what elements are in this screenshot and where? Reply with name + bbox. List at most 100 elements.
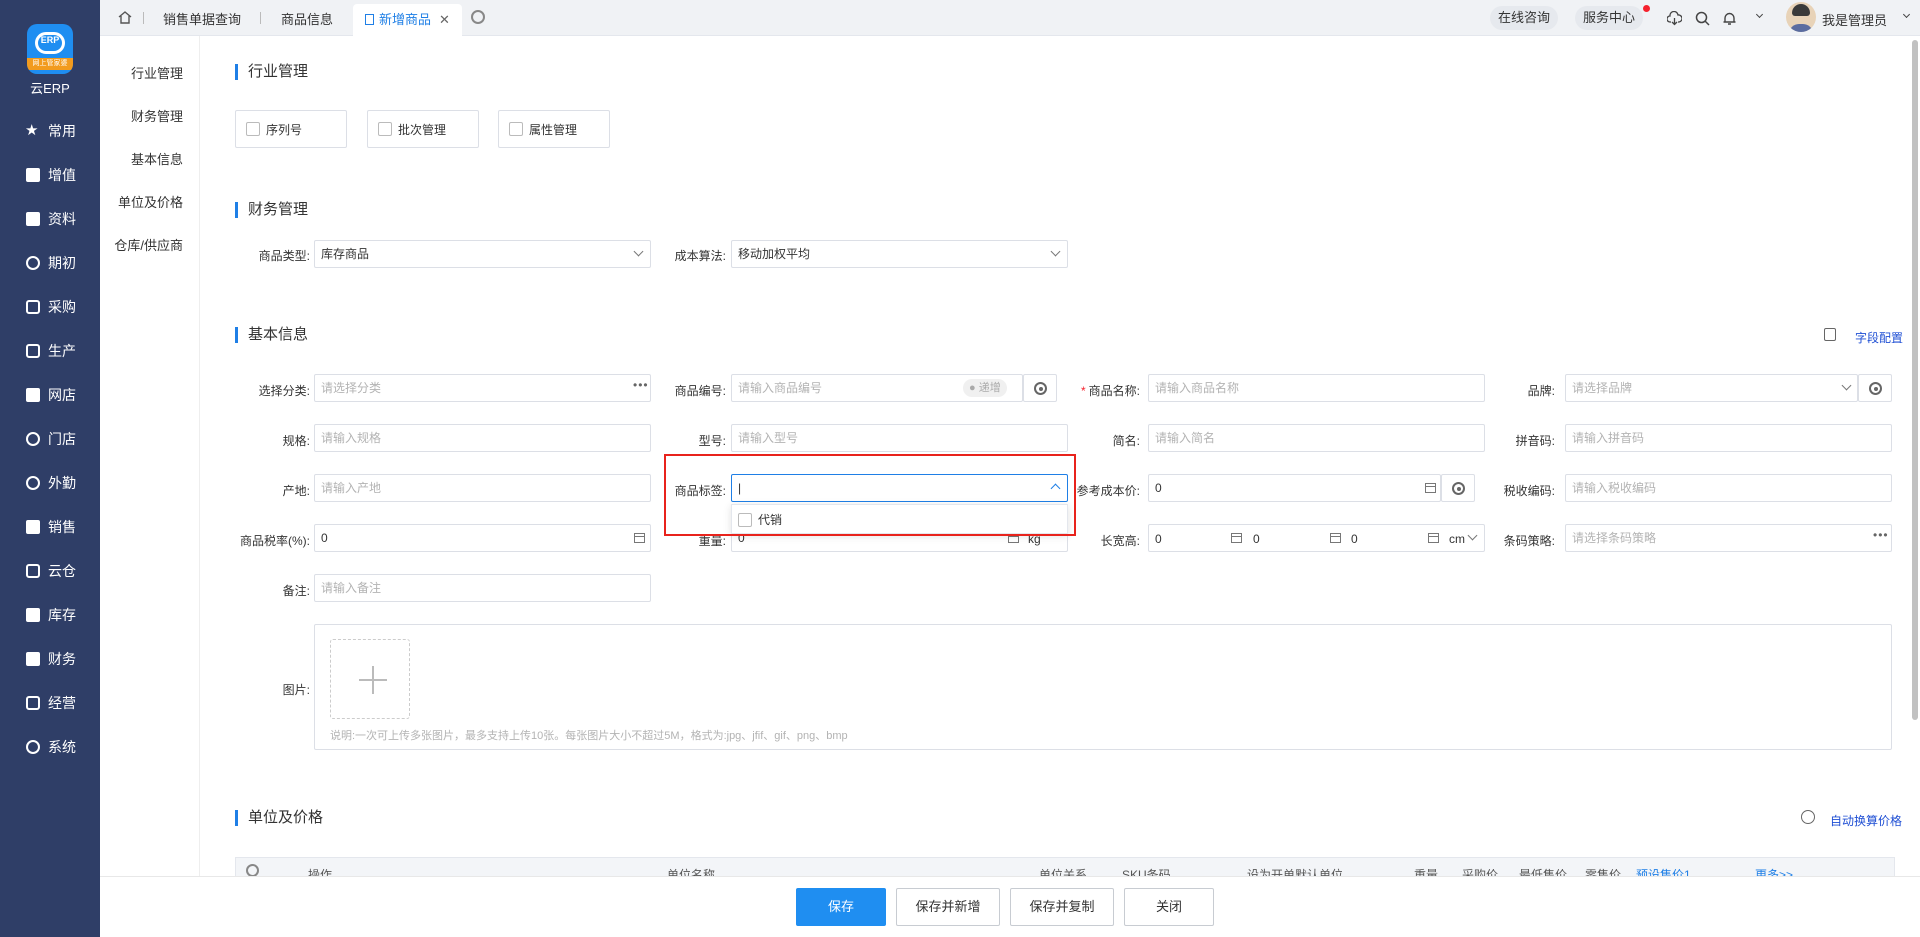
nav-item-inventory[interactable]: 库存 (0, 597, 100, 633)
erp-logo[interactable]: ERP 网上管家婆 (27, 24, 73, 74)
calculator-icon[interactable] (1428, 533, 1439, 543)
nav-item-purchase[interactable]: 采购 (0, 289, 100, 325)
close-button[interactable]: 关闭 (1124, 888, 1214, 926)
nav-item-sales[interactable]: 销售 (0, 509, 100, 545)
spec-input[interactable]: 请输入规格 (314, 424, 651, 452)
footer-actions: 保存 保存并新增 保存并复制 关闭 (100, 876, 1920, 937)
nav-item-store[interactable]: 门店 (0, 421, 100, 457)
close-icon[interactable]: ✕ (439, 12, 450, 27)
search-icon[interactable] (1695, 11, 1710, 26)
checkbox[interactable] (246, 122, 260, 136)
left-nav: ERP 网上管家婆 云ERP 常用 增值 资料 期初 采购 生产 网店 门店 外… (0, 0, 100, 937)
save-and-new-button[interactable]: 保存并新增 (896, 888, 1000, 926)
nav-item-production[interactable]: 生产 (0, 333, 100, 369)
image-upload-button[interactable] (330, 639, 410, 719)
tab-product-info[interactable]: 商品信息 (281, 4, 333, 36)
user-name[interactable]: 我是管理员 (1822, 10, 1887, 29)
chevron-down-icon[interactable] (1902, 10, 1911, 19)
nav-item-finance[interactable]: 财务 (0, 641, 100, 677)
save-and-copy-button[interactable]: 保存并复制 (1010, 888, 1114, 926)
tax-rate-input[interactable]: 0 (314, 524, 651, 552)
plus-square-icon (26, 168, 40, 182)
auto-calc-link[interactable]: 自动换算价格 (1830, 812, 1902, 829)
calculator-icon[interactable] (1425, 483, 1436, 493)
cloud-download-icon[interactable] (1667, 11, 1682, 26)
col-preset-price[interactable]: 预设售价1 (1636, 866, 1691, 876)
chevron-down-icon[interactable] (1755, 10, 1764, 19)
nav-item-system[interactable]: 系统 (0, 729, 100, 765)
calc-icon[interactable] (1801, 810, 1815, 824)
barcode-strategy-input[interactable]: 请选择条码策略 (1565, 524, 1892, 552)
nav-item-opening[interactable]: 期初 (0, 245, 100, 281)
option-label: 属性管理 (529, 122, 578, 137)
label-text: 商品名称: (1088, 384, 1140, 398)
nav-item-operation[interactable]: 经营 (0, 685, 100, 721)
image-hint: 说明:一次可上传多张图片，最多支持上传10张。每张图片大小不超过5M，格式为:j… (330, 730, 848, 742)
tab-new-product[interactable]: 新增商品 ✕ (353, 4, 462, 36)
increment-label: 递增 (978, 382, 1001, 394)
serial-number-option[interactable]: 序列号 (235, 110, 347, 148)
height-input[interactable]: 0 (1351, 532, 1358, 546)
field-config-link[interactable]: 字段配置 (1855, 329, 1903, 346)
ref-cost-input[interactable]: 0 (1148, 474, 1441, 502)
subnav-basic[interactable]: 基本信息 (131, 149, 183, 168)
width-input[interactable]: 0 (1253, 532, 1260, 546)
online-consult-button[interactable]: 在线咨询 (1490, 6, 1559, 30)
nav-item-common[interactable]: 常用 (0, 113, 100, 149)
length-input[interactable]: 0 (1155, 532, 1162, 546)
nav-label: 常用 (48, 123, 76, 139)
model-input[interactable]: 请输入型号 (731, 424, 1068, 452)
category-input[interactable]: 请选择分类 (314, 374, 651, 402)
nav-item-data[interactable]: 资料 (0, 201, 100, 237)
nav-item-webshop[interactable]: 网店 (0, 377, 100, 413)
short-name-input[interactable]: 请输入简名 (1148, 424, 1485, 452)
calculator-icon[interactable] (1231, 533, 1242, 543)
gear-icon[interactable] (246, 864, 259, 876)
brand-select[interactable]: 请选择品牌 (1565, 374, 1858, 402)
logo-text: 云ERP (30, 81, 70, 96)
dimension-unit[interactable]: cm (1449, 532, 1465, 546)
gear-icon (1034, 382, 1047, 395)
home-icon[interactable] (118, 11, 132, 24)
spec-label: 规格: (282, 434, 310, 448)
subnav-industry[interactable]: 行业管理 (131, 63, 183, 82)
nav-item-field[interactable]: 外勤 (0, 465, 100, 501)
vertical-scrollbar[interactable] (1912, 40, 1918, 720)
product-type-select[interactable]: 库存商品 (314, 240, 651, 268)
subnav-finance[interactable]: 财务管理 (131, 106, 183, 125)
brand-settings-button[interactable] (1858, 374, 1892, 402)
remark-label: 备注: (282, 584, 310, 598)
col-more-link[interactable]: 更多>> (1755, 866, 1793, 876)
cost-method-select[interactable]: 移动加权平均 (731, 240, 1068, 268)
star-icon (25, 121, 40, 139)
calculator-icon[interactable] (1330, 533, 1341, 543)
origin-input[interactable]: 请输入产地 (314, 474, 651, 502)
remark-input[interactable]: 请输入备注 (314, 574, 651, 602)
nav-item-cloud-warehouse[interactable]: 云仓 (0, 553, 100, 589)
nav-label: 系统 (48, 739, 76, 755)
product-name-input[interactable]: 请输入商品名称 (1148, 374, 1485, 402)
service-center-button[interactable]: 服务中心 (1575, 6, 1644, 30)
more-dots-icon[interactable]: ••• (1873, 528, 1889, 542)
required-mark: * (1080, 384, 1086, 398)
attribute-management-option[interactable]: 属性管理 (498, 110, 610, 148)
batch-management-option[interactable]: 批次管理 (367, 110, 479, 148)
checkbox[interactable] (378, 122, 392, 136)
tax-code-input[interactable]: 请输入税收编码 (1565, 474, 1892, 502)
nav-label: 云仓 (48, 563, 76, 579)
subnav-unit-price[interactable]: 单位及价格 (118, 192, 183, 211)
bell-icon[interactable] (1722, 11, 1737, 26)
nav-label: 增值 (48, 167, 76, 183)
avatar[interactable] (1786, 2, 1816, 32)
save-button[interactable]: 保存 (796, 888, 886, 926)
gear-icon[interactable] (471, 10, 485, 24)
nav-item-addon[interactable]: 增值 (0, 157, 100, 193)
tab-sales-query[interactable]: 销售单据查询 (163, 4, 241, 36)
col-min-price: 最低售价 (1519, 868, 1568, 876)
table-config-icon[interactable] (1824, 328, 1836, 341)
cart-icon (26, 300, 40, 314)
checkbox[interactable] (509, 122, 523, 136)
increment-toggle[interactable]: ● 递增 (963, 379, 1007, 397)
subnav-warehouse[interactable]: 仓库/供应商 (114, 235, 183, 254)
pinyin-input[interactable]: 请输入拼音码 (1565, 424, 1892, 452)
